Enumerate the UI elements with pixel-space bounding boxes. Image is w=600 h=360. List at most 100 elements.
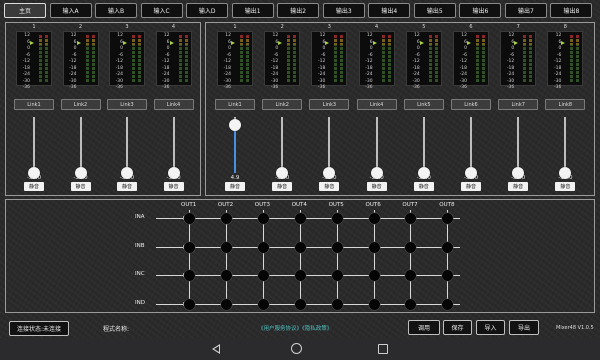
matrix-node[interactable] [331,298,343,310]
tab-11[interactable]: 输出7 [504,3,547,18]
matrix-node[interactable] [294,241,306,253]
link-button[interactable]: Link6 [451,99,491,110]
import-button[interactable]: 导入 [476,320,505,335]
level-marker-icon [278,41,283,45]
matrix-output-label: OUT8 [439,202,455,208]
mute-button[interactable]: 静音 [508,182,529,191]
link-button[interactable]: Link3 [107,99,147,110]
matrix-node[interactable] [405,298,417,310]
mute-button[interactable]: 静音 [225,182,245,191]
matrix-node[interactable] [331,213,343,224]
matrix-node[interactable] [405,270,417,281]
matrix-node[interactable] [220,241,232,253]
matrix-node[interactable] [257,213,269,224]
tab-9[interactable]: 输出5 [413,3,456,18]
meter-scale-label: -36 [554,85,562,90]
matrix-node[interactable] [220,298,232,310]
link-button[interactable]: Link8 [545,99,586,110]
fader-knob[interactable] [229,119,241,132]
meter-scale-label: -30 [69,78,77,84]
privacy-links[interactable]: 《用户服务协议》《隐私政策》 [258,324,332,332]
meter-bar-right [387,34,391,83]
mute-button[interactable]: 静音 [461,182,481,191]
tab-6[interactable]: 输出2 [277,3,320,18]
channel-strip: 3 12 6 0 -6 -12 -18 -24 -30 -36 Link3 -36.0 静音 [106,23,148,195]
mute-button[interactable]: 静音 [163,182,184,191]
export-button[interactable]: 导出 [509,320,539,335]
matrix-node[interactable] [294,298,306,310]
link-button[interactable]: Link2 [262,99,303,110]
link-button[interactable]: Link4 [356,99,397,110]
tab-12[interactable]: 输出8 [550,3,593,18]
mute-button[interactable]: 静音 [24,182,44,191]
channel-strip: 5 12 6 0 -6 -12 -18 -24 -30 -36 Link5 -36.0 静音 [403,23,445,195]
mute-button[interactable]: 静音 [555,182,576,191]
tab-7[interactable]: 输出3 [322,3,365,18]
meter-scale-label: -6 [462,52,468,58]
matrix-node[interactable] [442,213,454,224]
matrix-node[interactable] [294,270,306,281]
matrix-node[interactable] [184,298,195,310]
matrix-node[interactable] [257,241,269,253]
matrix-node[interactable] [442,298,454,310]
matrix-column-line [189,210,190,305]
link-button[interactable]: Link3 [309,99,350,110]
tab-4[interactable]: 输入D [186,3,229,18]
mute-button[interactable]: 静音 [366,182,387,191]
level-marker-icon [325,41,330,45]
link-button[interactable]: Link1 [215,99,255,110]
link-button[interactable]: Link7 [498,99,539,110]
meter-scale-label: 0 [73,46,77,51]
save-button[interactable]: 保存 [443,320,472,335]
matrix-output-label: OUT6 [365,202,381,208]
tab-8[interactable]: 输出4 [368,3,411,18]
matrix-node[interactable] [257,298,269,310]
matrix-node[interactable] [368,270,380,281]
meter-scale-label: -18 [459,65,467,71]
mute-button[interactable]: 静音 [70,182,91,191]
tab-3[interactable]: 输入C [140,3,183,18]
matrix-node[interactable] [331,270,343,281]
matrix-node[interactable] [368,241,380,253]
link-button[interactable]: Link1 [14,99,54,110]
matrix-node[interactable] [405,213,417,224]
tab-2[interactable]: 输入B [95,3,138,18]
meter-scale-label: 0 [27,46,30,51]
meter-scale-label: -6 [72,52,77,58]
matrix-node[interactable] [442,270,454,281]
tab-5[interactable]: 输出1 [231,3,274,18]
recall-button[interactable]: 调用 [408,320,440,335]
link-button[interactable]: Link4 [153,99,194,110]
matrix-column-line [447,210,449,305]
matrix-node[interactable] [368,298,380,310]
fader-value: -36.0 [119,175,135,181]
matrix-node[interactable] [331,241,343,253]
mute-button[interactable]: 静音 [319,182,340,191]
meter-scale-label: -24 [506,72,515,77]
routing-matrix-panel: OUT1 OUT2 OUT3 OUT4 OUT5 OUT6 OUT7 OUT8 INA INB IN… [5,199,595,313]
matrix-node[interactable] [220,270,232,281]
matrix-node[interactable] [257,270,269,281]
meter-scale-label: 0 [558,46,562,51]
matrix-node[interactable] [184,270,195,281]
tab-0[interactable]: 主页 [4,3,46,18]
matrix-node[interactable] [184,213,195,224]
link-button[interactable]: Link5 [403,99,444,110]
matrix-node[interactable] [184,241,195,253]
connection-status-button[interactable]: 连接状态:未连接 [9,321,69,336]
tab-10[interactable]: 输出6 [459,3,502,18]
recent-apps-icon[interactable] [378,344,388,354]
mute-button[interactable]: 静音 [413,182,434,191]
matrix-node[interactable] [442,241,454,253]
tab-1[interactable]: 输入A [49,3,92,18]
mute-button[interactable]: 静音 [272,182,293,191]
matrix-node[interactable] [220,213,232,224]
matrix-node[interactable] [405,241,417,253]
matrix-node[interactable] [294,213,306,224]
back-icon[interactable] [212,344,220,354]
link-button[interactable]: Link2 [60,99,101,110]
home-icon[interactable] [291,343,302,354]
matrix-node[interactable] [368,213,380,224]
mute-button[interactable]: 静音 [117,182,137,191]
meter-scale-label: -18 [506,65,515,71]
